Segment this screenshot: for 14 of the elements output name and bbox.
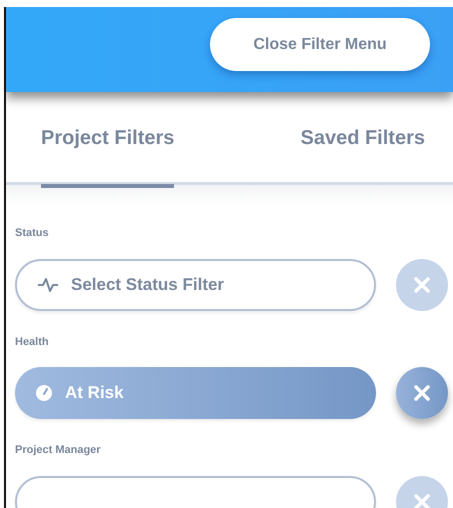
close-icon xyxy=(413,276,431,294)
clear-filter-button[interactable] xyxy=(396,258,448,310)
close-icon xyxy=(413,492,431,508)
filter-label: Status xyxy=(15,226,50,241)
gauge-icon xyxy=(35,384,53,402)
filter-select[interactable]: Select Status Filter xyxy=(15,258,376,310)
clear-filter-button[interactable] xyxy=(396,367,448,419)
pulse-icon xyxy=(37,276,59,292)
filter-select[interactable]: At Risk xyxy=(15,367,376,419)
filter-label: Health xyxy=(15,334,50,350)
filter-tab[interactable]: Saved Filters xyxy=(300,92,425,188)
close-filter-menu-button[interactable]: Close Filter Menu xyxy=(210,18,430,71)
close-icon xyxy=(413,384,431,402)
filter-label: Project Manager xyxy=(15,443,102,458)
